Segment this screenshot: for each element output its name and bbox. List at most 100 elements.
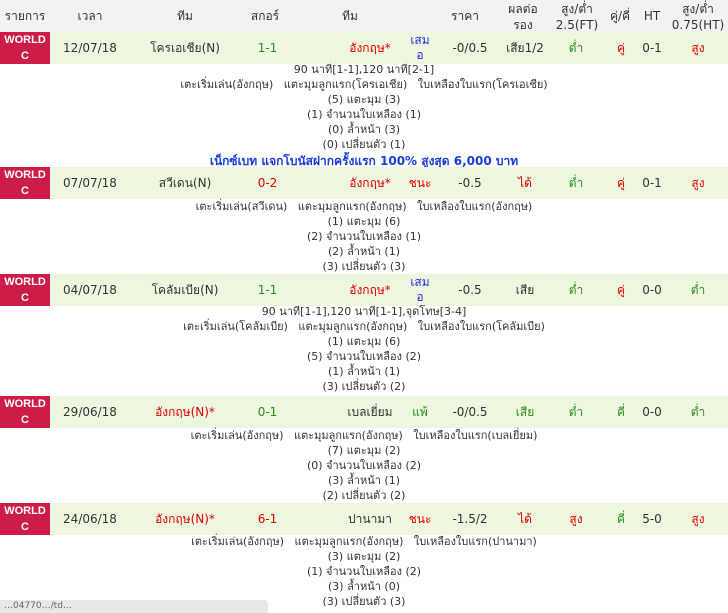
competition-badge-l1: WORLD C <box>4 169 46 197</box>
header-away-team: ทีม <box>342 9 358 23</box>
handicap-result: เสีย <box>515 405 535 419</box>
ou-ft-result: สูง <box>569 512 583 526</box>
match-result-l1: เสม <box>410 33 430 47</box>
header-handicap-result-l2: รอง <box>513 18 533 32</box>
detail-line: (3) ล้ำหน้า (1) <box>327 474 401 487</box>
match-details: เตะเริ่มเล่น(อังกฤษ) แตะมุมลูกแรก(อังกฤษ… <box>0 428 728 503</box>
header-ou-ht: สูง/ต่ำ 0.75(HT) <box>668 1 728 33</box>
header-score: สกอร์ <box>250 9 280 23</box>
detail-line: 90 นาที[1-1],120 นาที[2-1] <box>293 63 435 76</box>
header-handicap-result: ผลต่อ รอง <box>498 1 548 33</box>
match-score[interactable]: 6-1 <box>240 503 295 535</box>
match-row[interactable]: WORLD C UP 12/07/18 โครเอเชีย(N) 1-1 อัง… <box>0 32 728 78</box>
table-header: รายการ เวลา ทีม สกอร์ ทีม ราคา ผลต่อ รอง… <box>0 0 728 35</box>
ht-score: 0-0 <box>642 283 662 297</box>
match-score[interactable]: 1-1 <box>240 32 295 64</box>
competition-badge[interactable]: WORLD C UP <box>0 396 50 442</box>
competition-badge-l1: WORLD C <box>4 505 46 533</box>
status-bar-url: …04770…/td… <box>0 600 268 613</box>
header-competition: รายการ <box>4 9 46 23</box>
header-odds: ราคา <box>451 9 479 23</box>
odd-even-result: คี่ <box>616 405 626 419</box>
match-result-l2: อ <box>416 48 424 62</box>
competition-badge-l1: WORLD C <box>4 34 46 62</box>
ou-ht-result: สูง <box>691 512 705 526</box>
match-row[interactable]: WORLD C UP 07/07/18 สวีเดน(N) 0-2 อังกฤษ… <box>0 167 728 213</box>
match-row[interactable]: WORLD C UP 29/06/18 อังกฤษ(N)* 0-1 เบลเย… <box>0 396 728 442</box>
detail-line: 90 นาที[1-1],120 นาที[1-1],จุดโทษ[3-4] <box>261 305 467 318</box>
match-odds: -1.5/2 <box>452 512 488 526</box>
ou-ht-result: ต่ำ <box>690 405 706 419</box>
match-date: 29/06/18 <box>63 405 117 419</box>
odd-even-result: คู่ <box>616 41 626 55</box>
detail-line: เตะเริ่มเล่น(สวีเดน) แตะมุมลูกแรก(อังกฤษ… <box>195 200 533 213</box>
detail-line: (5) จำนวนใบเหลือง (2) <box>306 350 422 363</box>
detail-line: (3) เปลี่ยนตัว (3) <box>322 260 406 273</box>
odd-even-result: คู่ <box>616 176 626 190</box>
ou-ft-result: ต่ำ <box>568 41 584 55</box>
home-team[interactable]: โครเอเชีย(N) <box>125 32 245 64</box>
handicap-result: ได้ <box>518 176 532 190</box>
match-score[interactable]: 1-1 <box>240 274 295 306</box>
header-odd-even: คู่/คี่ <box>609 9 631 23</box>
match-result: ชนะ <box>408 176 432 190</box>
match-odds: -0.5 <box>458 283 482 297</box>
competition-badge[interactable]: WORLD C UP <box>0 32 50 78</box>
header-time: เวลา <box>77 9 103 23</box>
match-result: เสม อ <box>400 33 440 63</box>
detail-line: (2) จำนวนใบเหลือง (1) <box>306 230 422 243</box>
detail-line: เตะเริ่มเล่น(อังกฤษ) แตะมุมลูกแรก(โครเอเ… <box>180 78 548 91</box>
competition-badge-l1: WORLD C <box>4 276 46 304</box>
header-ht: HT <box>643 9 661 23</box>
header-ou-ft-l2: 2.5(FT) <box>555 18 599 32</box>
detail-line: (1) จำนวนใบเหลือง (1) <box>306 108 422 121</box>
home-team[interactable]: สวีเดน(N) <box>125 167 245 199</box>
match-result: แพ้ <box>412 405 428 419</box>
ou-ht-result: สูง <box>691 41 705 55</box>
ht-score: 0-1 <box>642 41 662 55</box>
home-team[interactable]: โคลัมเบีย(N) <box>125 274 245 306</box>
home-team[interactable]: อังกฤษ(N)* <box>125 396 245 428</box>
detail-line: (1) ล้ำหน้า (1) <box>327 365 401 378</box>
competition-badge[interactable]: WORLD C UP <box>0 503 50 549</box>
ou-ht-result: ต่ำ <box>690 283 706 297</box>
competition-badge[interactable]: WORLD C UP <box>0 167 50 213</box>
detail-line: (3) แตะมุม (2) <box>327 550 401 563</box>
match-date: 04/07/18 <box>63 283 117 297</box>
ou-ft-result: ต่ำ <box>568 283 584 297</box>
match-details: เตะเริ่มเล่น(สวีเดน) แตะมุมลูกแรก(อังกฤษ… <box>0 199 728 274</box>
match-result-l1: เสม <box>410 275 430 289</box>
home-team[interactable]: อังกฤษ(N)* <box>125 503 245 535</box>
match-score[interactable]: 0-1 <box>240 396 295 428</box>
detail-line: (3) ล้ำหน้า (0) <box>327 580 401 593</box>
competition-badge-l1: WORLD C <box>4 398 46 426</box>
header-ou-ft-l1: สูง/ต่ำ <box>561 2 593 16</box>
detail-line: เตะเริ่มเล่น(อังกฤษ) แตะมุมลูกแรก(อังกฤษ… <box>191 535 537 548</box>
match-odds: -0/0.5 <box>452 41 488 55</box>
header-ou-ht-l1: สูง/ต่ำ <box>682 2 714 16</box>
detail-line: (0) เปลี่ยนตัว (1) <box>322 138 406 151</box>
header-home-team: ทีม <box>177 9 193 23</box>
match-row[interactable]: WORLD C UP 24/06/18 อังกฤษ(N)* 6-1 ปานาม… <box>0 503 728 549</box>
detail-line: (0) ล้ำหน้า (3) <box>327 123 401 136</box>
match-odds: -0/0.5 <box>452 405 488 419</box>
match-date: 07/07/18 <box>63 176 117 190</box>
ht-score: 5-0 <box>642 512 662 526</box>
handicap-result: เสีย <box>515 283 535 297</box>
detail-line: เตะเริ่มเล่น(โคลัมเบีย) แตะมุมลูกแรก(อัง… <box>183 320 545 333</box>
header-ou-ht-l2: 0.75(HT) <box>671 18 725 32</box>
detail-line: (5) แตะมุม (3) <box>327 93 401 106</box>
competition-badge[interactable]: WORLD C UP <box>0 274 50 320</box>
detail-line: (1) จำนวนใบเหลือง (2) <box>306 565 422 578</box>
detail-line: (0) จำนวนใบเหลือง (2) <box>306 459 422 472</box>
detail-line: (7) แตะมุม (2) <box>327 444 401 457</box>
detail-line: (1) แตะมุม (6) <box>327 215 401 228</box>
match-row[interactable]: WORLD C UP 04/07/18 โคลัมเบีย(N) 1-1 อัง… <box>0 274 728 320</box>
match-result: เสม อ <box>400 275 440 305</box>
match-odds: -0.5 <box>458 176 482 190</box>
ht-score: 0-0 <box>642 405 662 419</box>
match-score[interactable]: 0-2 <box>240 167 295 199</box>
match-date: 24/06/18 <box>63 512 117 526</box>
detail-line: (1) แตะมุม (6) <box>327 335 401 348</box>
detail-line: (2) ล้ำหน้า (1) <box>327 245 401 258</box>
